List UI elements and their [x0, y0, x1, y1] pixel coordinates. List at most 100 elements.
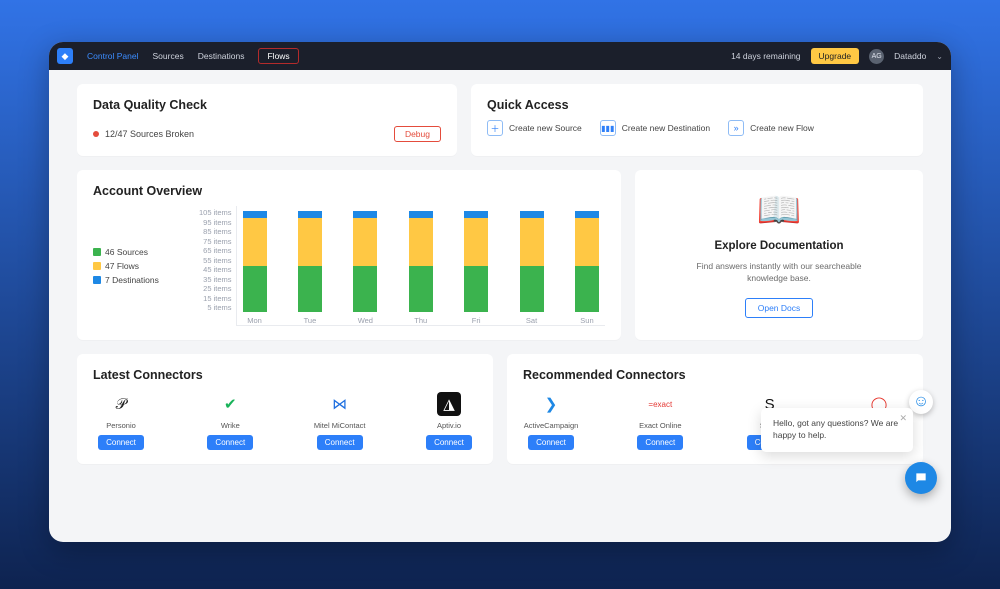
- upgrade-button[interactable]: Upgrade: [811, 48, 860, 64]
- connector-icon: ✔: [218, 392, 242, 416]
- avatar[interactable]: AG: [869, 49, 884, 64]
- connector-name: Exact Online: [632, 421, 688, 430]
- y-tick: 15 items: [203, 294, 231, 303]
- plus-icon: ＋: [487, 120, 503, 136]
- x-tick: Sun: [580, 316, 593, 325]
- latest-connectors-card: Latest Connectors 𝒫 Personio Connect ✔ Wrike…: [77, 354, 493, 464]
- app-window: ◆ Control PanelSourcesDestinationsFlows …: [49, 42, 951, 542]
- legend-flows: 47 Flows: [105, 261, 139, 271]
- book-icon: 📖: [757, 192, 802, 228]
- latest-connectors-title: Latest Connectors: [93, 368, 477, 382]
- quick-access-card: Quick Access ＋ Create new Source ▮▮▮ Cre…: [471, 84, 923, 156]
- bar-thu: Thu: [409, 206, 433, 325]
- y-tick: 55 items: [203, 256, 231, 265]
- connector-icon: 𝒫: [109, 392, 133, 416]
- connect-button[interactable]: Connect: [207, 435, 253, 450]
- bar-segment-destinations: [243, 211, 267, 218]
- chat-fab[interactable]: [905, 462, 937, 494]
- y-tick: 35 items: [203, 275, 231, 284]
- status-dot-icon: [93, 131, 99, 137]
- data-quality-card: Data Quality Check 12/47 Sources Broken …: [77, 84, 457, 156]
- bar-segment-sources: [409, 266, 433, 312]
- create-source-button[interactable]: ＋ Create new Source: [487, 120, 582, 136]
- bar-segment-destinations: [353, 211, 377, 218]
- connector-aptiv-io: ◮ Aptiv.io Connect: [421, 392, 477, 450]
- bar-segment-flows: [243, 218, 267, 265]
- bar-segment-flows: [298, 218, 322, 265]
- connector-mitel-micontact: ⋈ Mitel MiContact Connect: [312, 392, 368, 450]
- bar-tue: Tue: [298, 206, 322, 325]
- bar-segment-flows: [353, 218, 377, 265]
- chart-bars: Mon Tue Wed Thu Fri Sat Sun: [236, 206, 605, 326]
- connector-icon: ⋈: [328, 392, 352, 416]
- connector-name: Mitel MiContact: [312, 421, 368, 430]
- connect-button[interactable]: Connect: [637, 435, 683, 450]
- connector-personio: 𝒫 Personio Connect: [93, 392, 149, 450]
- y-tick: 85 items: [203, 227, 231, 236]
- quick-access-title: Quick Access: [487, 98, 907, 112]
- nav-sources[interactable]: Sources: [153, 51, 184, 61]
- create-destination-button[interactable]: ▮▮▮ Create new Destination: [600, 120, 710, 136]
- open-docs-button[interactable]: Open Docs: [745, 298, 814, 318]
- x-tick: Mon: [247, 316, 262, 325]
- bar-segment-destinations: [464, 211, 488, 218]
- bar-segment-sources: [520, 266, 544, 312]
- bar-segment-sources: [464, 266, 488, 312]
- connector-name: Personio: [93, 421, 149, 430]
- legend-sources: 46 Sources: [105, 247, 148, 257]
- docs-title: Explore Documentation: [714, 240, 843, 252]
- connector-exact-online: =exact Exact Online Connect: [632, 392, 688, 450]
- connector-icon: =exact: [648, 392, 672, 416]
- y-tick: 65 items: [203, 246, 231, 255]
- chart-icon: ▮▮▮: [600, 120, 616, 136]
- bar-segment-sources: [243, 266, 267, 312]
- y-tick: 105 items: [199, 208, 232, 217]
- topbar: ◆ Control PanelSourcesDestinationsFlows …: [49, 42, 951, 70]
- connector-icon: ◮: [437, 392, 461, 416]
- connector-name: Aptiv.io: [421, 421, 477, 430]
- y-tick: 5 items: [207, 303, 231, 312]
- bar-mon: Mon: [243, 206, 267, 325]
- x-tick: Wed: [358, 316, 373, 325]
- flow-icon: »: [728, 120, 744, 136]
- x-tick: Tue: [304, 316, 317, 325]
- nav-destinations[interactable]: Destinations: [198, 51, 245, 61]
- bar-segment-destinations: [298, 211, 322, 218]
- bar-fri: Fri: [464, 206, 488, 325]
- recommended-connectors-title: Recommended Connectors: [523, 368, 907, 382]
- connector-name: Wrike: [202, 421, 258, 430]
- connect-button[interactable]: Connect: [426, 435, 472, 450]
- chevron-down-icon[interactable]: ⌄: [936, 52, 943, 61]
- trial-remaining: 14 days remaining: [731, 51, 800, 61]
- connect-button[interactable]: Connect: [98, 435, 144, 450]
- debug-button[interactable]: Debug: [394, 126, 441, 142]
- dq-status-text: 12/47 Sources Broken: [105, 129, 194, 139]
- y-tick: 75 items: [203, 237, 231, 246]
- connector-wrike: ✔ Wrike Connect: [202, 392, 258, 450]
- y-tick: 95 items: [203, 218, 231, 227]
- overview-legend: 46 Sources 47 Flows 7 Destinations: [93, 206, 199, 326]
- bar-segment-destinations: [409, 211, 433, 218]
- create-destination-label: Create new Destination: [622, 123, 710, 133]
- create-flow-label: Create new Flow: [750, 123, 814, 133]
- y-tick: 45 items: [203, 265, 231, 274]
- bar-sat: Sat: [520, 206, 544, 325]
- bar-segment-destinations: [575, 211, 599, 218]
- nav-control-panel[interactable]: Control Panel: [87, 51, 139, 61]
- nav-flows[interactable]: Flows: [258, 48, 298, 64]
- user-name: Dataddo: [894, 51, 926, 61]
- bar-segment-sources: [575, 266, 599, 312]
- bar-sun: Sun: [575, 206, 599, 325]
- create-flow-button[interactable]: » Create new Flow: [728, 120, 814, 136]
- help-bubble: ✕ Hello, got any questions? We are happy…: [761, 408, 913, 452]
- connector-activecampaign: ❯ActiveCampaignConnect: [523, 392, 579, 450]
- connect-button[interactable]: Connect: [528, 435, 574, 450]
- connect-button[interactable]: Connect: [317, 435, 363, 450]
- account-overview-card: Account Overview 46 Sources 47 Flows 7 D…: [77, 170, 621, 340]
- chat-icon: [914, 471, 928, 485]
- data-quality-title: Data Quality Check: [93, 98, 441, 112]
- x-tick: Thu: [414, 316, 427, 325]
- close-icon[interactable]: ✕: [899, 412, 907, 425]
- legend-destinations: 7 Destinations: [105, 275, 159, 285]
- bar-segment-flows: [409, 218, 433, 265]
